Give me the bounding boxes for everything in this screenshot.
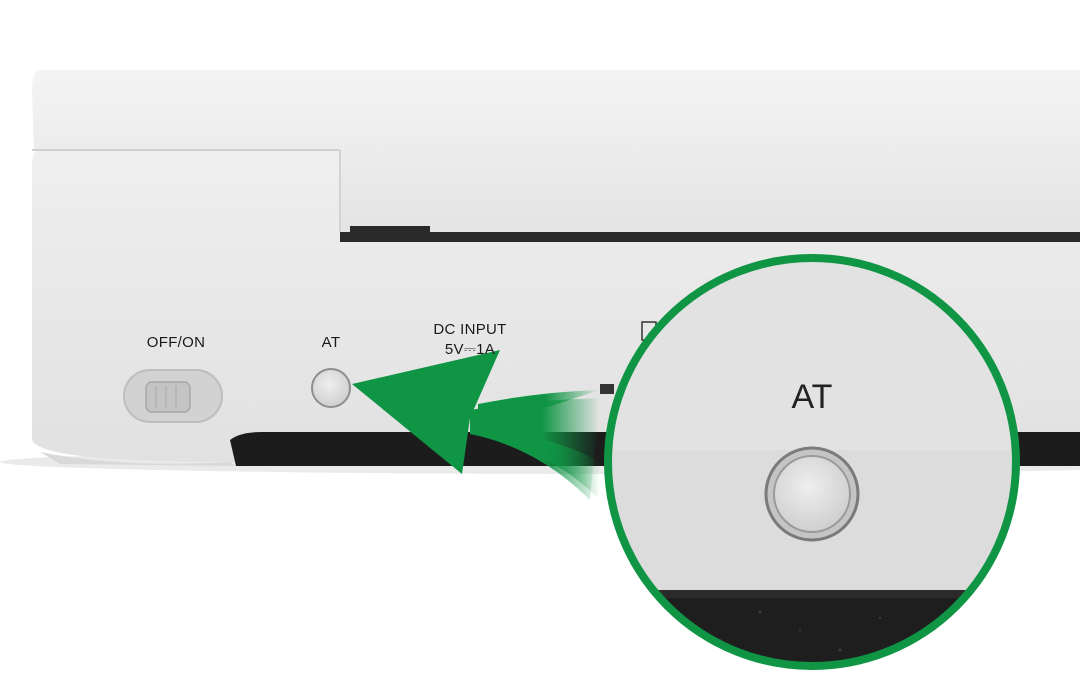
dc-input-rating: 5V⎓1A xyxy=(444,341,496,358)
power-switch-knob xyxy=(145,381,191,413)
at-button-label: AT xyxy=(321,334,341,351)
zoom-at-label: AT xyxy=(791,378,833,416)
dc-input-label: DC INPUT xyxy=(433,321,507,338)
power-switch-label: OFF/ON xyxy=(146,334,206,351)
paper-slot xyxy=(340,232,1080,242)
at-button xyxy=(311,368,351,408)
